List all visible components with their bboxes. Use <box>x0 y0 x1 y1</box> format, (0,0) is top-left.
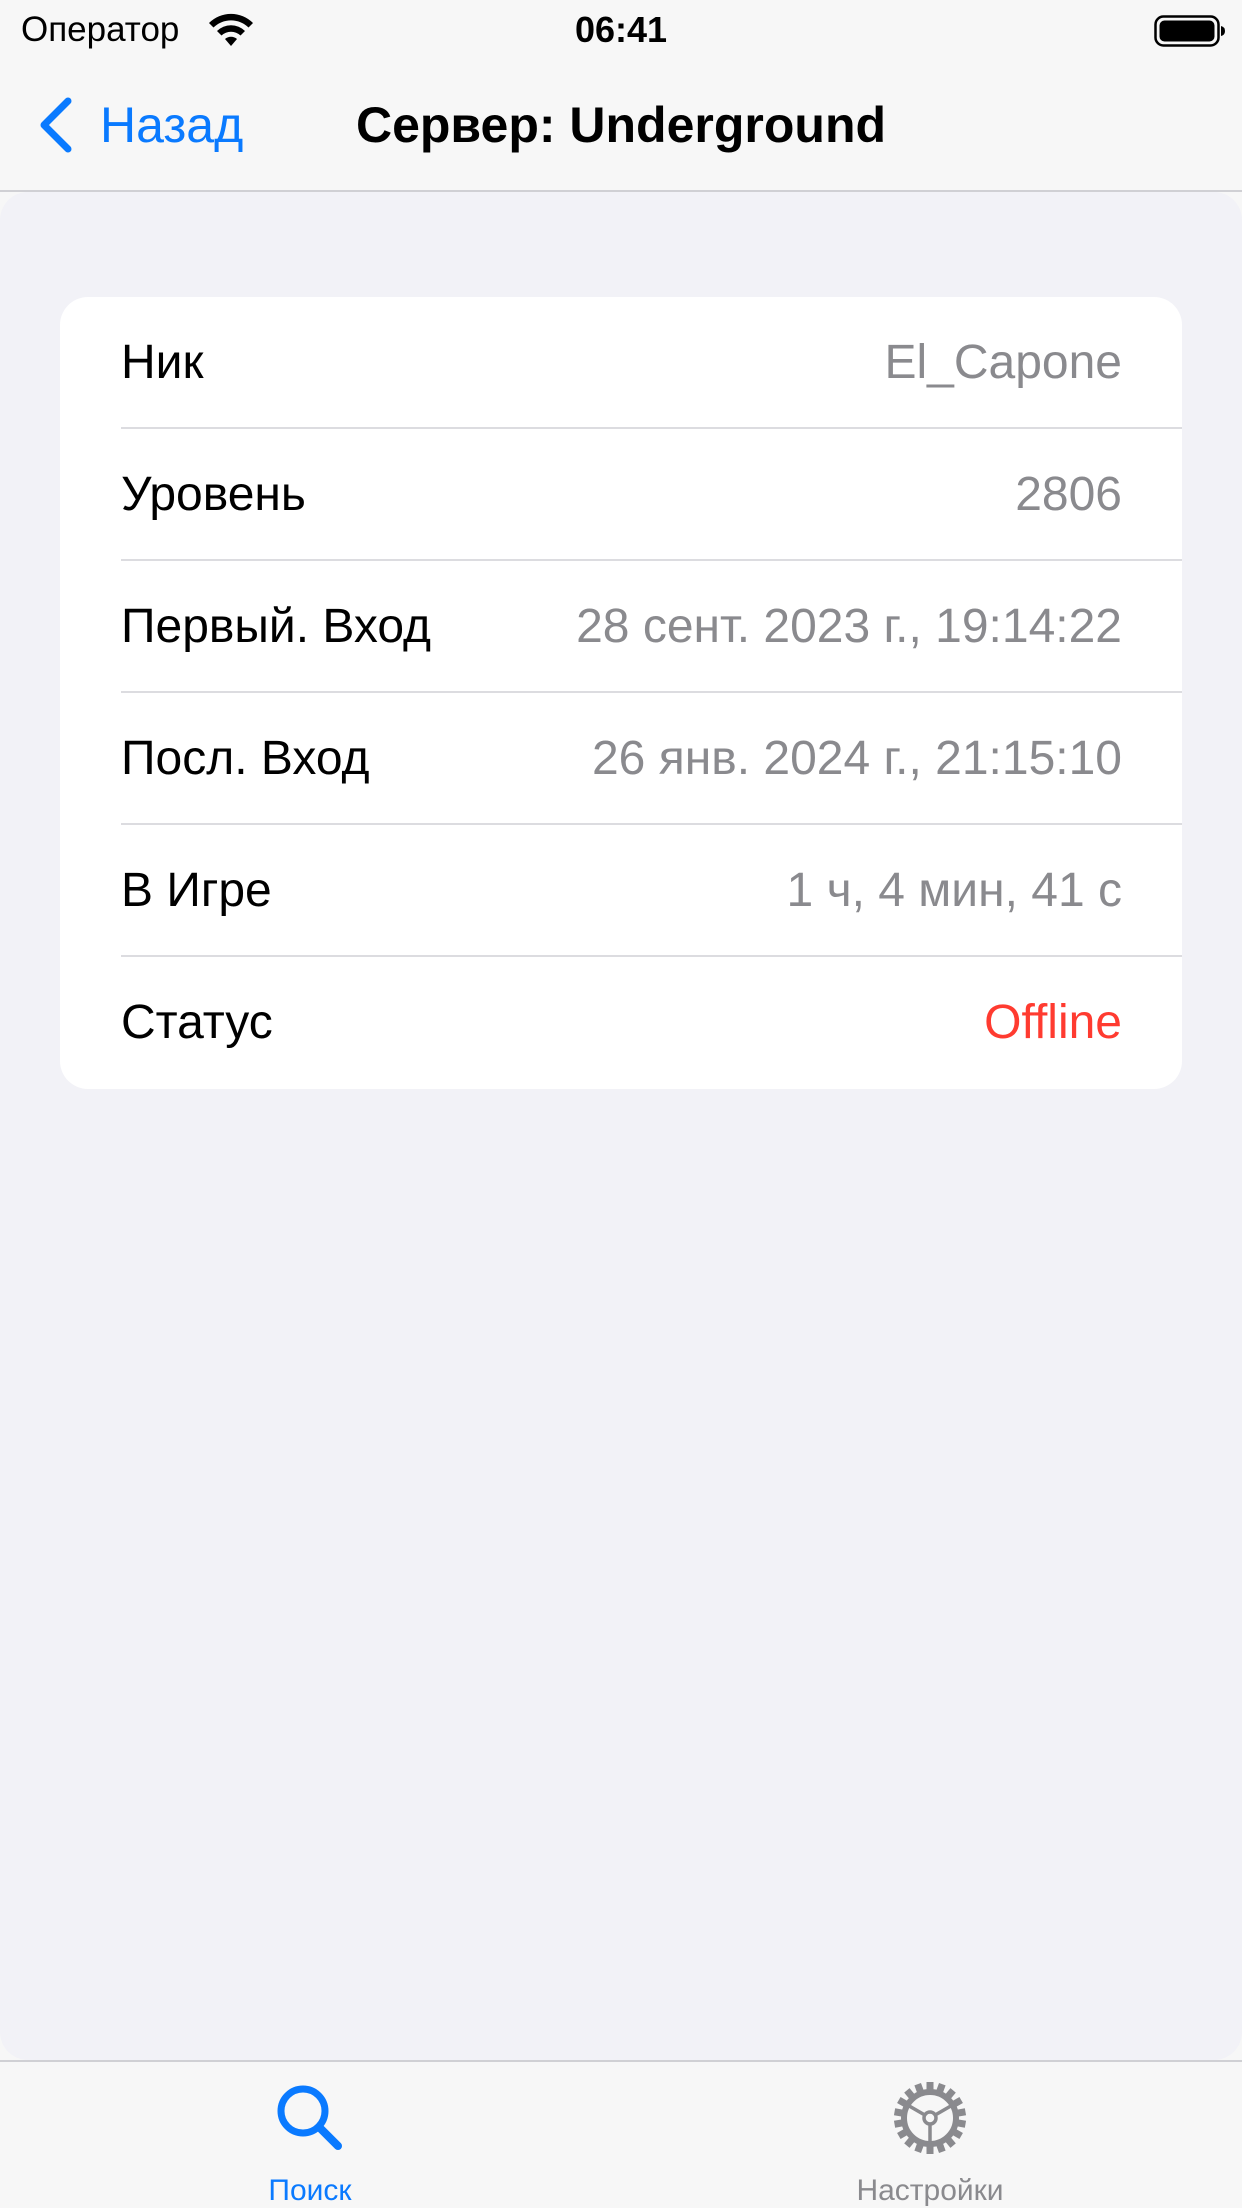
player-details-card: Ник El_Capone Уровень 2806 Первый. Вход … <box>60 297 1182 1089</box>
gear-icon <box>893 2082 967 2154</box>
tab-search-label: Поиск <box>268 2174 352 2207</box>
tab-settings[interactable]: Настройки <box>780 2062 1080 2208</box>
page-title: Сервер: Underground <box>355 97 887 153</box>
detail-value: 2806 <box>1015 468 1122 521</box>
detail-row-status: Статус Offline <box>60 957 1182 1089</box>
status-time: 06:41 <box>574 9 668 50</box>
detail-label: Статус <box>121 996 273 1049</box>
content-area: Ник El_Capone Уровень 2806 Первый. Вход … <box>0 192 1242 2060</box>
detail-row-level: Уровень 2806 <box>60 429 1182 561</box>
detail-label: Уровень <box>121 468 306 521</box>
status-bar: Оператор 06:41 <box>0 0 1242 62</box>
detail-label: Первый. Вход <box>121 600 431 653</box>
detail-row-playtime: В Игре 1 ч, 4 мин, 41 с <box>60 825 1182 957</box>
detail-value: El_Capone <box>884 336 1122 389</box>
detail-value: 26 янв. 2024 г., 21:15:10 <box>591 732 1122 785</box>
detail-row-nickname: Ник El_Capone <box>60 297 1182 429</box>
detail-label: В Игре <box>121 864 272 917</box>
detail-value: 1 ч, 4 мин, 41 с <box>786 864 1122 917</box>
detail-value: 28 сент. 2023 г., 19:14:22 <box>576 600 1122 653</box>
navigation-bar: Назад Сервер: Underground <box>0 62 1242 192</box>
screen: Оператор 06:41 Назад Сервер: Underground… <box>0 0 1242 2208</box>
tab-settings-label: Настройки <box>856 2174 1004 2207</box>
search-icon <box>277 2085 342 2150</box>
detail-row-first-login: Первый. Вход 28 сент. 2023 г., 19:14:22 <box>60 561 1182 693</box>
detail-row-last-login: Посл. Вход 26 янв. 2024 г., 21:15:10 <box>60 693 1182 825</box>
tab-bar: Поиск Настройки <box>0 2060 1242 2208</box>
battery-icon <box>1154 15 1225 47</box>
detail-label: Посл. Вход <box>121 732 370 785</box>
detail-label: Ник <box>121 336 204 389</box>
status-value: Offline <box>984 996 1122 1049</box>
tab-search[interactable]: Поиск <box>160 2062 460 2208</box>
